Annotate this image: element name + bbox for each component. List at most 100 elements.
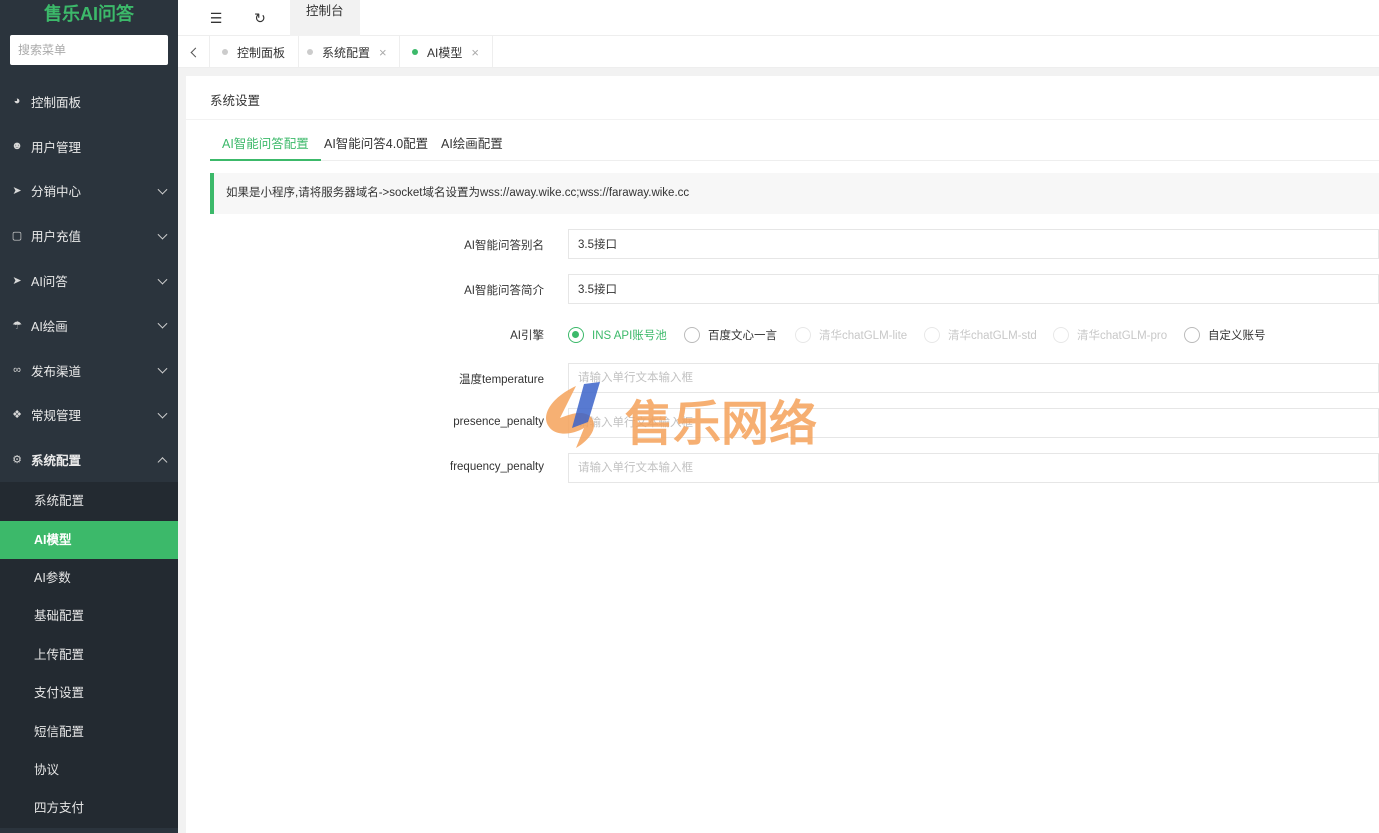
temperature-input[interactable] (568, 363, 1379, 393)
alias-label: AI智能问答别名 (464, 240, 544, 252)
console-tab[interactable]: 控制台 (290, 0, 360, 36)
system-config-submenu: 系统配置 AI模型 AI参数 基础配置 上传配置 支付设置 短信配置 协议 四方… (0, 482, 178, 828)
radio-circle (924, 327, 940, 343)
umbrella-icon: ☂ (12, 319, 22, 332)
chevron-down-icon (157, 408, 168, 419)
close-icon[interactable]: × (379, 45, 387, 60)
chevron-up-icon (157, 456, 168, 467)
menu-search-input[interactable]: 搜索菜单 (10, 35, 168, 65)
radio-ins-api-pool[interactable]: INS API账号池 (568, 327, 667, 343)
gear-icon: ⚙ (12, 454, 22, 467)
sidebar-item-label: 常规管理 (31, 409, 82, 424)
radio-circle (568, 327, 584, 343)
share-icon: ➤ (12, 185, 22, 198)
sidebar-item-label: 用户管理 (31, 140, 82, 155)
radio-label: 清华chatGLM-lite (819, 330, 908, 342)
temperature-label: 温度temperature (458, 374, 544, 386)
chevron-down-icon (157, 229, 168, 240)
radio-circle (1184, 327, 1200, 343)
radio-baidu-wenxin[interactable]: 百度文心一言 (684, 327, 777, 343)
presence-penalty-label: presence_penalty (453, 416, 544, 428)
console-tab-label: 控制台 (306, 4, 344, 18)
presence-penalty-input[interactable] (568, 408, 1379, 438)
intro-input[interactable] (568, 274, 1379, 304)
tab-status-dot (412, 49, 418, 55)
radio-chatglm-pro[interactable]: 清华chatGLM-pro (1053, 327, 1167, 343)
submenu-item-ai-params[interactable]: AI参数 (0, 559, 178, 597)
page-tabs-bar: 控制面板 系统配置 × AI模型 × (178, 36, 1379, 68)
sidebar-item-label: 发布渠道 (31, 364, 82, 379)
box-icon: ▢ (11, 230, 23, 243)
chevron-down-icon (157, 363, 168, 374)
sidebar-item-channels[interactable]: ∞ 发布渠道 (0, 348, 178, 393)
radio-label: 自定义账号 (1208, 330, 1266, 342)
frequency-penalty-input[interactable] (568, 453, 1379, 483)
sidebar-item-label: 控制面板 (31, 95, 82, 110)
page-tab-label: AI模型 (427, 45, 463, 60)
engine-label: AI引擎 (510, 330, 544, 342)
radio-chatglm-std[interactable]: 清华chatGLM-std (924, 327, 1037, 343)
submenu-item-basic-config[interactable]: 基础配置 (0, 597, 178, 635)
radio-label: INS API账号池 (592, 330, 667, 342)
sidebar-item-ai-drawing[interactable]: ☂ AI绘画 (0, 303, 178, 348)
sidebar-item-system-config[interactable]: ⚙ 系统配置 (0, 437, 178, 482)
radio-label: 百度文心一言 (708, 330, 777, 342)
tab-ai-drawing-config[interactable]: AI绘画配置 (441, 120, 503, 161)
sidebar-item-ai-qa[interactable]: ➤ AI问答 (0, 258, 178, 303)
tab-status-dot (222, 49, 228, 55)
page-tab-system-config[interactable]: 系统配置 × (307, 36, 400, 68)
chevron-down-icon (157, 274, 168, 285)
submenu-item-agreement[interactable]: 协议 (0, 751, 178, 789)
chevron-down-icon (157, 319, 168, 329)
submenu-item-upload-config[interactable]: 上传配置 (0, 636, 178, 674)
page-tab-label: 控制面板 (237, 45, 286, 60)
user-icon: ☻ (11, 140, 23, 153)
submenu-item-payment-settings[interactable]: 支付设置 (0, 674, 178, 712)
page-tab-ai-model[interactable]: AI模型 × (412, 36, 493, 68)
notice-banner: 如果是小程序,请将服务器域名->socket域名设置为wss://away.wi… (210, 173, 1379, 214)
config-tabs: AI智能问答配置 AI智能问答4.0配置 AI绘画配置 (210, 120, 1379, 161)
menu-toggle-icon[interactable]: ☰ (196, 0, 236, 36)
link-icon: ∞ (13, 364, 21, 377)
radio-chatglm-lite[interactable]: 清华chatGLM-lite (795, 327, 907, 343)
sidebar-item-label: AI问答 (31, 275, 68, 290)
submenu-item-system-config[interactable]: 系统配置 (0, 482, 178, 520)
close-icon[interactable]: × (471, 45, 479, 60)
intro-label: AI智能问答简介 (464, 285, 544, 297)
sidebar-item-general[interactable]: ❖ 常规管理 (0, 393, 178, 438)
radio-label: 清华chatGLM-pro (1077, 330, 1168, 342)
tab-status-dot (307, 49, 313, 55)
radio-circle (684, 327, 700, 343)
radio-label: 清华chatGLM-std (948, 330, 1037, 342)
radio-circle (795, 327, 811, 343)
sidebar-item-label: 分销中心 (31, 185, 82, 200)
alias-input[interactable] (568, 229, 1379, 259)
chevron-left-icon (190, 47, 200, 57)
dashboard-icon: ◕ (13, 95, 21, 108)
top-bar: ☰ ↻ 控制台 (178, 0, 1379, 36)
app-logo-title: 售乐AI问答 (44, 4, 134, 24)
sidebar-menu: ◕ 控制面板 ☻ 用户管理 ➤ 分销中心 ▢ 用户充值 ➤ AI问答 ☂ AI绘… (0, 79, 178, 828)
submenu-item-ai-model[interactable]: AI模型 (0, 520, 178, 559)
sidebar-item-distribution[interactable]: ➤ 分销中心 (0, 169, 178, 214)
tabs-scroll-left-button[interactable] (178, 36, 210, 68)
sidebar-item-label: 系统配置 (31, 454, 82, 469)
page-tab-dashboard[interactable]: 控制面板 (222, 36, 299, 68)
frequency-penalty-label: frequency_penalty (450, 461, 544, 473)
sidebar-item-recharge[interactable]: ▢ 用户充值 (0, 213, 178, 258)
tab-ai-qa-4-config[interactable]: AI智能问答4.0配置 (324, 120, 428, 161)
sidebar-item-users[interactable]: ☻ 用户管理 (0, 124, 178, 169)
tab-ai-qa-config[interactable]: AI智能问答配置 (210, 120, 321, 161)
sidebar: 售乐AI问答 搜索菜单 ◕ 控制面板 ☻ 用户管理 ➤ 分销中心 ▢ 用户充值 … (0, 0, 178, 833)
sidebar-item-dashboard[interactable]: ◕ 控制面板 (0, 79, 178, 124)
refresh-icon[interactable]: ↻ (240, 0, 280, 36)
submenu-item-quad-payment[interactable]: 四方支付 (0, 789, 178, 827)
page-tab-label: 系统配置 (322, 45, 371, 60)
card-title: 系统设置 (186, 76, 1379, 120)
radio-custom-account[interactable]: 自定义账号 (1184, 327, 1266, 343)
chevron-down-icon (157, 184, 168, 195)
sidebar-item-label: 用户充值 (31, 230, 82, 245)
sidebar-item-label: AI绘画 (31, 319, 68, 334)
submenu-item-sms-config[interactable]: 短信配置 (0, 713, 178, 751)
tools-icon: ❖ (12, 409, 22, 422)
